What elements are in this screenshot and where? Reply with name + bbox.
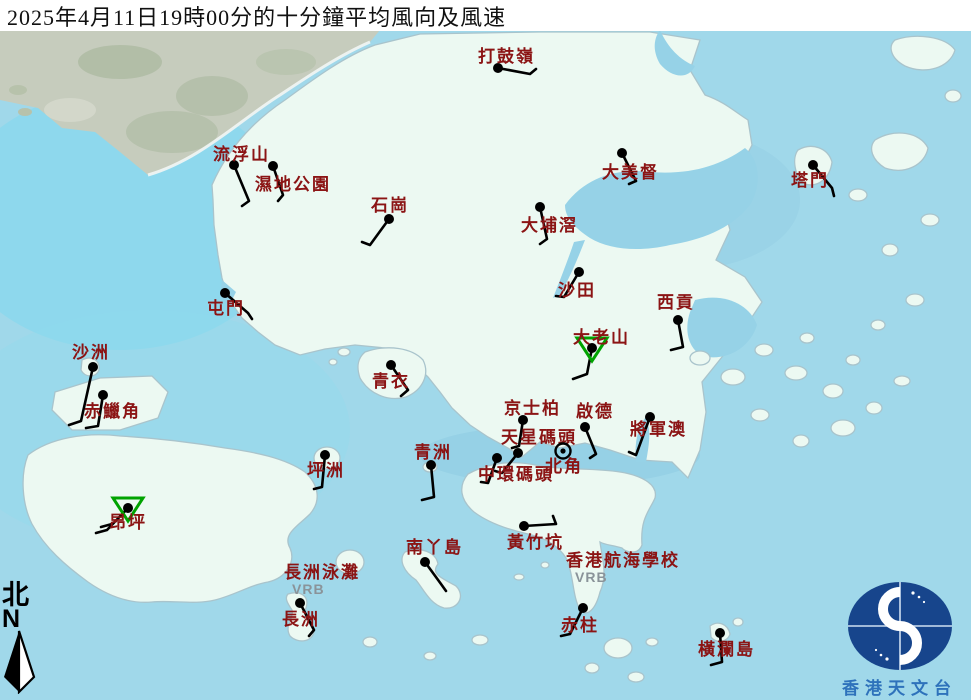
station-label: 屯門: [207, 298, 245, 318]
vrb-label: VRB: [292, 581, 325, 597]
station-label: 香港航海學校: [566, 550, 680, 570]
station-label: 黃竹坑: [506, 532, 564, 552]
station-label: 將軍澳: [630, 419, 687, 439]
hko-name-zh: 香港天文台: [842, 679, 957, 698]
station-dot-icon: [808, 160, 818, 170]
station-dot-icon: [420, 557, 430, 567]
station-dot-icon: [295, 598, 305, 608]
station-label: 橫瀾島: [698, 639, 755, 659]
station-label: 青衣: [372, 371, 410, 391]
basemap: 打鼓嶺流浮山濕地公園石崗 大美督 塔門大埔滘沙田西貢 屯門沙洲赤鱲角 大老山青衣京士柏啟…: [0, 0, 971, 700]
station-label: 赤柱: [561, 615, 599, 635]
station-label: 西貢: [657, 293, 695, 312]
station-label: 沙田: [558, 281, 596, 300]
station-dot-icon: [513, 448, 523, 458]
wind-map: 打鼓嶺流浮山濕地公園石崗 大美督 塔門大埔滘沙田西貢 屯門沙洲赤鱲角 大老山青衣京士柏啟…: [0, 0, 971, 700]
north-arrow-icon: [4, 630, 36, 695]
calm-dot-icon: [560, 448, 566, 454]
station-dot-icon: [320, 450, 330, 460]
station-dot-icon: [617, 148, 627, 158]
north-label-en: N: [2, 605, 21, 633]
station-dot-icon: [578, 603, 588, 613]
station-dot-icon: [673, 315, 683, 325]
station-label: 流浮山: [213, 144, 270, 164]
vrb-label: VRB: [575, 569, 608, 585]
station-label: 長洲: [282, 610, 320, 629]
station-dot-icon: [535, 202, 545, 212]
station-label: 京士柏: [504, 398, 561, 418]
station-dot-icon: [220, 288, 230, 298]
station-label: 沙洲: [72, 343, 110, 362]
station-label: 坪洲: [307, 461, 345, 480]
hko-logo: 香港天文台 HONG KONG OBSERVATORY: [828, 580, 971, 700]
hko-logo-icon: [847, 582, 952, 670]
station-dot-icon: [88, 362, 98, 372]
station-label: 青洲: [414, 442, 452, 462]
station-dot-icon: [580, 422, 590, 432]
title-bar: 2025年4月11日19時00分的十分鐘平均風向及風速: [0, 0, 971, 31]
station-dot-icon: [268, 161, 278, 171]
station-dot-icon: [384, 214, 394, 224]
station-dot-icon: [98, 390, 108, 400]
station-label: 大老山: [573, 327, 630, 347]
station-label: 石崗: [370, 196, 409, 215]
north-indicator: 北 N: [2, 582, 42, 699]
station-label: 長洲泳灘: [284, 562, 360, 582]
station-dot-icon: [492, 453, 502, 463]
station-dot-icon: [715, 628, 725, 638]
station-label: 濕地公園: [255, 174, 331, 194]
station-label: 南丫島: [406, 537, 463, 557]
station-dot-icon: [574, 267, 584, 277]
station-label: 中環碼頭: [478, 464, 554, 484]
station-label: 打鼓嶺: [478, 46, 535, 66]
station-label: 赤鱲角: [84, 401, 141, 421]
station-label: 大美督: [602, 162, 659, 182]
station-label: 塔門: [791, 170, 829, 190]
station-label: 大埔滘: [521, 215, 578, 235]
station-dot-icon: [519, 521, 529, 531]
map-title: 2025年4月11日19時00分的十分鐘平均風向及風速: [7, 4, 507, 30]
station-dot-icon: [123, 503, 133, 513]
station-label: 啟德: [576, 401, 614, 421]
station-label: 昂坪: [109, 513, 147, 532]
station-dot-icon: [386, 360, 396, 370]
